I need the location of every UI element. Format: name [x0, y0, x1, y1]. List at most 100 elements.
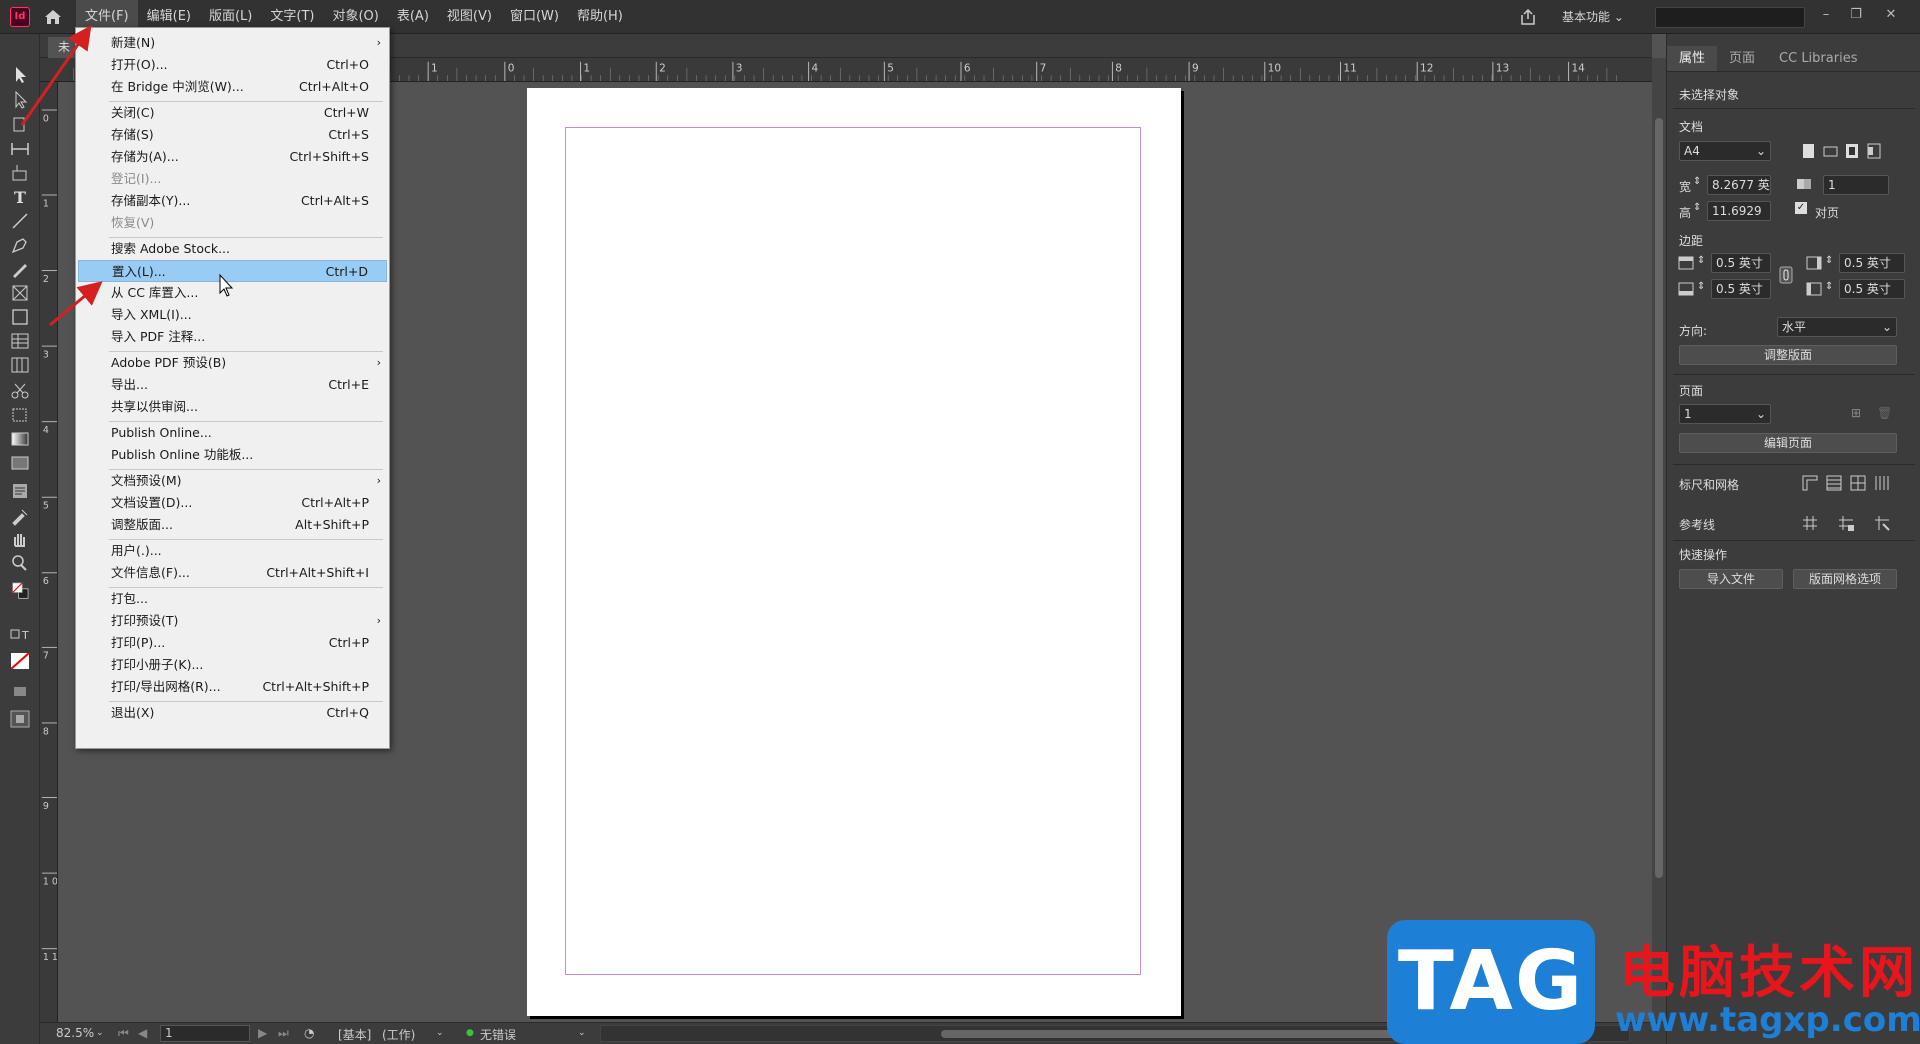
- menu-item[interactable]: 帮助(H): [568, 0, 632, 34]
- file-menu-item[interactable]: 导入 XML(I)...: [78, 304, 387, 326]
- menu-item[interactable]: 表(A): [388, 0, 438, 34]
- content-collector-icon[interactable]: [7, 162, 33, 184]
- preflight-icon[interactable]: ◔: [304, 1026, 314, 1040]
- delete-page-icon[interactable]: 🗑: [1877, 406, 1892, 420]
- search-input[interactable]: [1655, 7, 1805, 28]
- file-menu-item[interactable]: Publish Online...: [78, 422, 387, 444]
- errors-dropdown-icon[interactable]: ⌄: [578, 1028, 586, 1038]
- mode-dropdown-icon[interactable]: ⌄: [436, 1028, 444, 1038]
- margin-top-field[interactable]: 0.5 英寸: [1711, 253, 1771, 273]
- restore-icon[interactable]: ❐: [1845, 5, 1867, 25]
- smart-guides-icon[interactable]: [1873, 514, 1891, 532]
- panel-tab[interactable]: 属性: [1667, 46, 1718, 71]
- import-file-button[interactable]: 导入文件: [1679, 569, 1783, 589]
- page-size-select[interactable]: A4 ⌄: [1679, 141, 1771, 161]
- indesign-logo[interactable]: Id: [10, 7, 30, 27]
- link-margins-icon[interactable]: [1777, 266, 1795, 284]
- document-page[interactable]: [527, 88, 1181, 1016]
- file-menu-item[interactable]: 置入(L)... Ctrl+D: [78, 260, 387, 282]
- home-icon[interactable]: [42, 6, 64, 28]
- error-status[interactable]: 无错误: [480, 1026, 516, 1043]
- page-tool-icon[interactable]: [7, 114, 33, 136]
- margin-right-field[interactable]: 0.5 英寸: [1839, 253, 1905, 273]
- height-stepper-icon[interactable]: ⇕: [1693, 202, 1701, 213]
- file-menu-item[interactable]: 存储副本(Y)... Ctrl+Alt+S: [78, 190, 387, 212]
- file-menu-item[interactable]: Adobe PDF 预设(B) ›: [78, 352, 387, 374]
- menu-item[interactable]: 视图(V): [438, 0, 501, 34]
- pencil-tool-icon[interactable]: [7, 258, 33, 280]
- table-tool-icon[interactable]: [7, 330, 33, 352]
- file-menu-item[interactable]: 退出(X) Ctrl+Q: [78, 702, 387, 724]
- selection-tool-icon[interactable]: [7, 64, 33, 86]
- file-menu-item[interactable]: 共享以供审阅...: [78, 396, 387, 418]
- file-menu-item[interactable]: 从 CC 库置入...: [78, 282, 387, 304]
- line-tool-icon[interactable]: [7, 210, 33, 232]
- layout-grid-options-button[interactable]: 版面网格选项: [1793, 569, 1897, 589]
- baseline-grid-icon[interactable]: [1825, 474, 1843, 492]
- file-menu-item[interactable]: 导入 PDF 注释...: [78, 326, 387, 348]
- screen-mode-icon[interactable]: [7, 680, 33, 702]
- file-menu-item[interactable]: 调整版面... Alt+Shift+P: [78, 514, 387, 536]
- last-page-icon[interactable]: ⏭: [278, 1026, 289, 1041]
- page-select[interactable]: 1 ⌄: [1679, 404, 1771, 424]
- share-icon[interactable]: [1518, 7, 1538, 27]
- margin-bottom-stepper-icon[interactable]: ⇕: [1697, 281, 1705, 292]
- panel-tab[interactable]: CC Libraries: [1767, 46, 1869, 71]
- first-page-icon[interactable]: ⏮: [118, 1026, 129, 1041]
- margin-left-stepper-icon[interactable]: ⇕: [1825, 281, 1833, 292]
- file-menu-item[interactable]: 打印/导出网格(R)... Ctrl+Alt+Shift+P: [78, 676, 387, 698]
- zoom-tool-icon[interactable]: [7, 552, 33, 574]
- formatting-affects-container-icon[interactable]: T: [7, 624, 33, 646]
- file-menu-item[interactable]: 文档预设(M) ›: [78, 470, 387, 492]
- file-menu-item[interactable]: 文件信息(F)... Ctrl+Alt+Shift+I: [78, 562, 387, 584]
- minimize-icon[interactable]: –: [1815, 5, 1837, 25]
- type-tool-icon[interactable]: T: [7, 186, 33, 208]
- free-transform-tool-icon[interactable]: [7, 404, 33, 426]
- grid-tool-icon[interactable]: [7, 354, 33, 376]
- gradient-tool-icon[interactable]: [7, 428, 33, 450]
- rulers-icon[interactable]: [1801, 474, 1819, 492]
- margin-left-field[interactable]: 0.5 英寸: [1839, 279, 1905, 299]
- width-field[interactable]: 8.2677 英: [1707, 175, 1771, 195]
- close-icon[interactable]: ✕: [1880, 5, 1902, 25]
- gradient-feather-tool-icon[interactable]: [7, 452, 33, 474]
- file-menu-item[interactable]: 用户(.)...: [78, 540, 387, 562]
- rectangle-tool-icon[interactable]: [7, 306, 33, 328]
- lock-guides-icon[interactable]: [1837, 514, 1855, 532]
- scissors-tool-icon[interactable]: [7, 380, 33, 402]
- rectangle-frame-tool-icon[interactable]: [7, 282, 33, 304]
- portrait-orientation-icon[interactable]: [1799, 142, 1817, 160]
- layout-grid-icon[interactable]: [1873, 474, 1891, 492]
- hand-tool-icon[interactable]: [7, 528, 33, 550]
- file-menu-item[interactable]: 打印小册子(K)...: [78, 654, 387, 676]
- file-menu-item[interactable]: 新建(N) ›: [78, 32, 387, 54]
- file-menu-item[interactable]: 存储为(A)... Ctrl+Shift+S: [78, 146, 387, 168]
- workspace-switcher[interactable]: 基本功能 ⌄: [1562, 8, 1624, 25]
- file-menu-item[interactable]: 打开(O)... Ctrl+O: [78, 54, 387, 76]
- pages-count-field[interactable]: 1: [1823, 175, 1889, 195]
- file-menu-item[interactable]: 打包...: [78, 588, 387, 610]
- binding-right-icon[interactable]: [1865, 142, 1883, 160]
- zoom-level[interactable]: 82.5%: [56, 1026, 94, 1040]
- document-grid-icon[interactable]: [1849, 474, 1867, 492]
- facing-pages-checkbox[interactable]: ✓: [1795, 202, 1807, 214]
- menu-item[interactable]: 窗口(W): [501, 0, 568, 34]
- file-menu-item[interactable]: 在 Bridge 中浏览(W)... Ctrl+Alt+O: [78, 76, 387, 98]
- binding-left-icon[interactable]: [1843, 142, 1861, 160]
- scrollbar-thumb[interactable]: [1655, 118, 1663, 878]
- edit-page-button[interactable]: 编辑页面: [1679, 433, 1897, 453]
- page-number-field[interactable]: 1: [160, 1025, 250, 1042]
- file-menu-item[interactable]: 文档设置(D)... Ctrl+Alt+P: [78, 492, 387, 514]
- zoom-dropdown-icon[interactable]: ⌄: [96, 1028, 104, 1038]
- file-menu-item[interactable]: 打印预设(T) ›: [78, 610, 387, 632]
- direct-selection-tool-icon[interactable]: [7, 89, 33, 111]
- margin-top-stepper-icon[interactable]: ⇕: [1697, 255, 1705, 266]
- height-field[interactable]: 11.6929: [1707, 201, 1771, 221]
- file-menu-item[interactable]: Publish Online 功能板...: [78, 444, 387, 466]
- file-menu-item[interactable]: 关闭(C) Ctrl+W: [78, 102, 387, 124]
- vertical-scrollbar[interactable]: [1652, 58, 1666, 1022]
- note-tool-icon[interactable]: [7, 480, 33, 502]
- file-menu-item[interactable]: 打印(P)... Ctrl+P: [78, 632, 387, 654]
- panel-tab[interactable]: 页面: [1717, 46, 1767, 71]
- eyedropper-tool-icon[interactable]: [7, 504, 33, 526]
